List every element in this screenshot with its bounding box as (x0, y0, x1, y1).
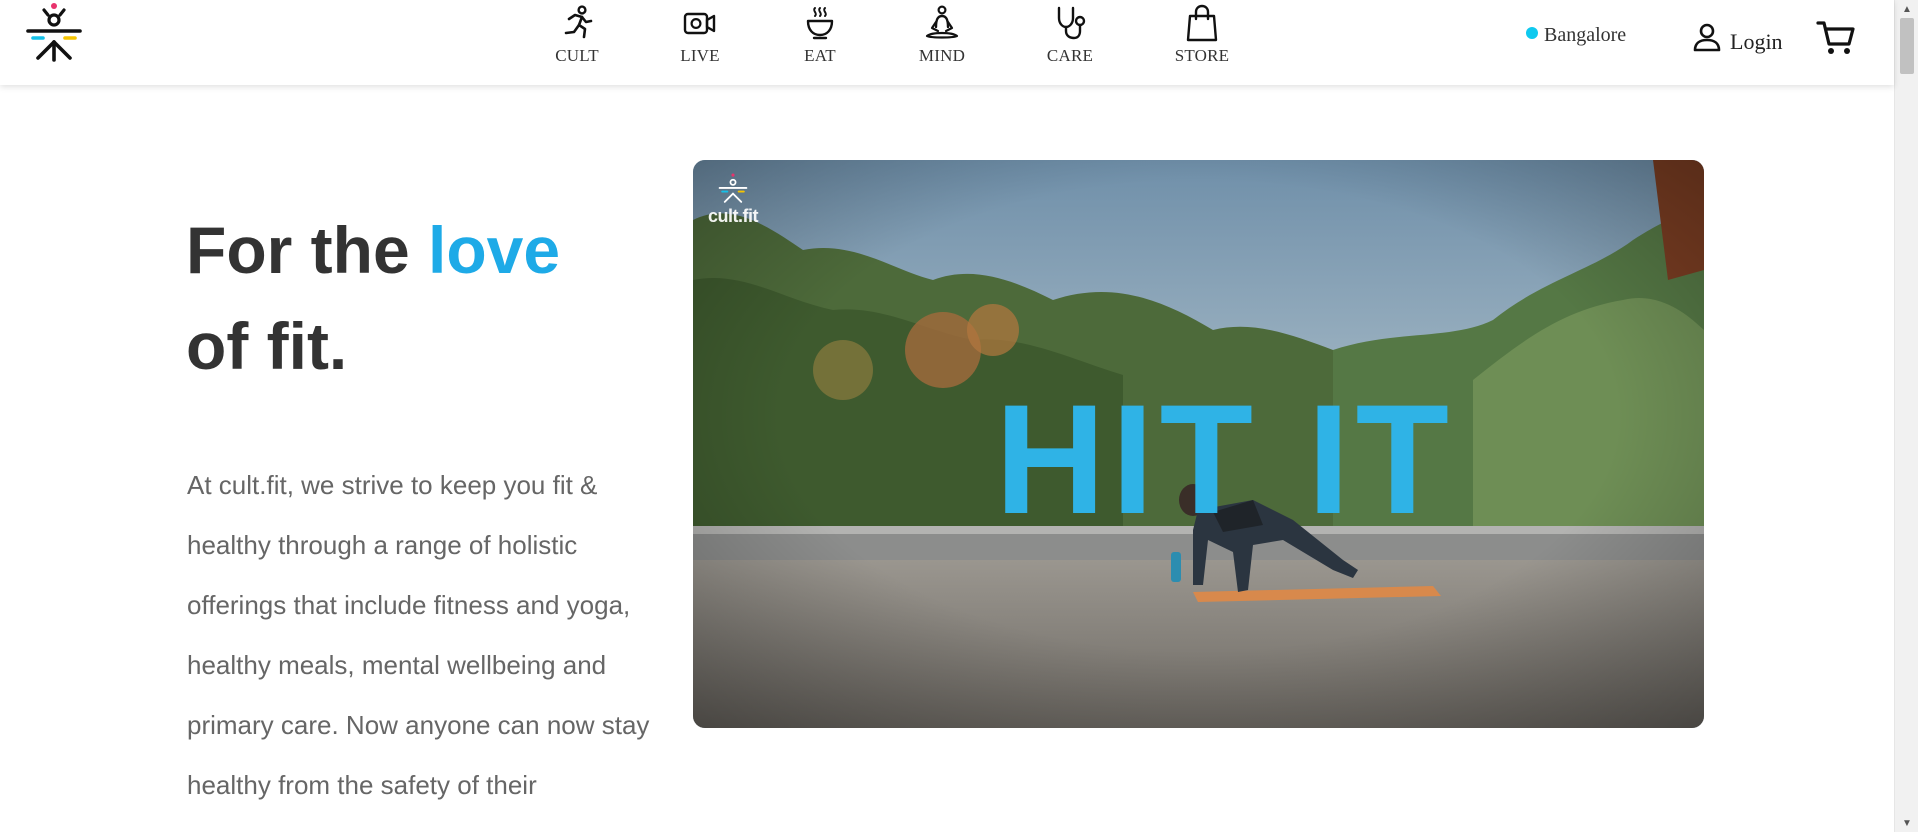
brand-watermark-icon (718, 173, 748, 203)
nav-item-cult[interactable]: CULT (532, 4, 622, 70)
video-brand-text: cult.fit (708, 206, 759, 226)
bowl-icon (802, 4, 838, 42)
scroll-thumb[interactable] (1900, 18, 1914, 74)
nav-label-store: STORE (1174, 46, 1230, 65)
hero-title-part2: of fit. (186, 309, 348, 383)
login-button[interactable]: Login (1692, 22, 1783, 57)
top-header: CULT LIVE EAT MIND CARE STORE Bangalore … (0, 0, 1894, 85)
video-camera-icon (682, 4, 718, 42)
video-headline: HIT IT (995, 373, 1455, 547)
nav-item-eat[interactable]: EAT (775, 4, 865, 70)
hero-title-part1: For the (186, 213, 410, 287)
hero-description: At cult.fit, we strive to keep you fit &… (187, 470, 650, 800)
hero-title-accent: love (428, 213, 561, 287)
user-icon (1692, 22, 1722, 57)
stethoscope-icon (1052, 4, 1088, 42)
city-selector[interactable]: Bangalore (1526, 24, 1626, 47)
city-label: Bangalore (1544, 24, 1627, 46)
nav-label-mind: MIND (918, 46, 966, 65)
nav-label-eat: EAT (804, 46, 836, 65)
location-dot-icon (1526, 26, 1538, 39)
runner-icon (559, 4, 595, 42)
scroll-up-icon[interactable]: ▲ (1895, 0, 1918, 18)
hero-title: For the love of fit. (186, 202, 726, 394)
scroll-down-icon[interactable]: ▼ (1895, 814, 1918, 832)
nav-item-store[interactable]: STORE (1157, 4, 1247, 70)
cart-button[interactable] (1816, 18, 1856, 58)
page-scrollbar[interactable]: ▲ ▼ (1894, 0, 1918, 832)
nav-label-live: LIVE (680, 46, 720, 65)
meditation-icon (924, 4, 960, 42)
nav-label-cult: CULT (555, 46, 599, 65)
video-brand-mark: cult.fit (703, 172, 763, 236)
nav-label-care: CARE (1046, 46, 1094, 65)
cart-icon (1816, 21, 1855, 54)
nav-item-mind[interactable]: MIND (897, 4, 987, 70)
hero-video[interactable]: cult.fit HIT IT (693, 160, 1704, 728)
nav-item-care[interactable]: CARE (1025, 4, 1115, 70)
login-label: Login (1730, 28, 1783, 54)
nav-item-live[interactable]: LIVE (655, 4, 745, 70)
shopping-bag-icon (1184, 4, 1220, 42)
